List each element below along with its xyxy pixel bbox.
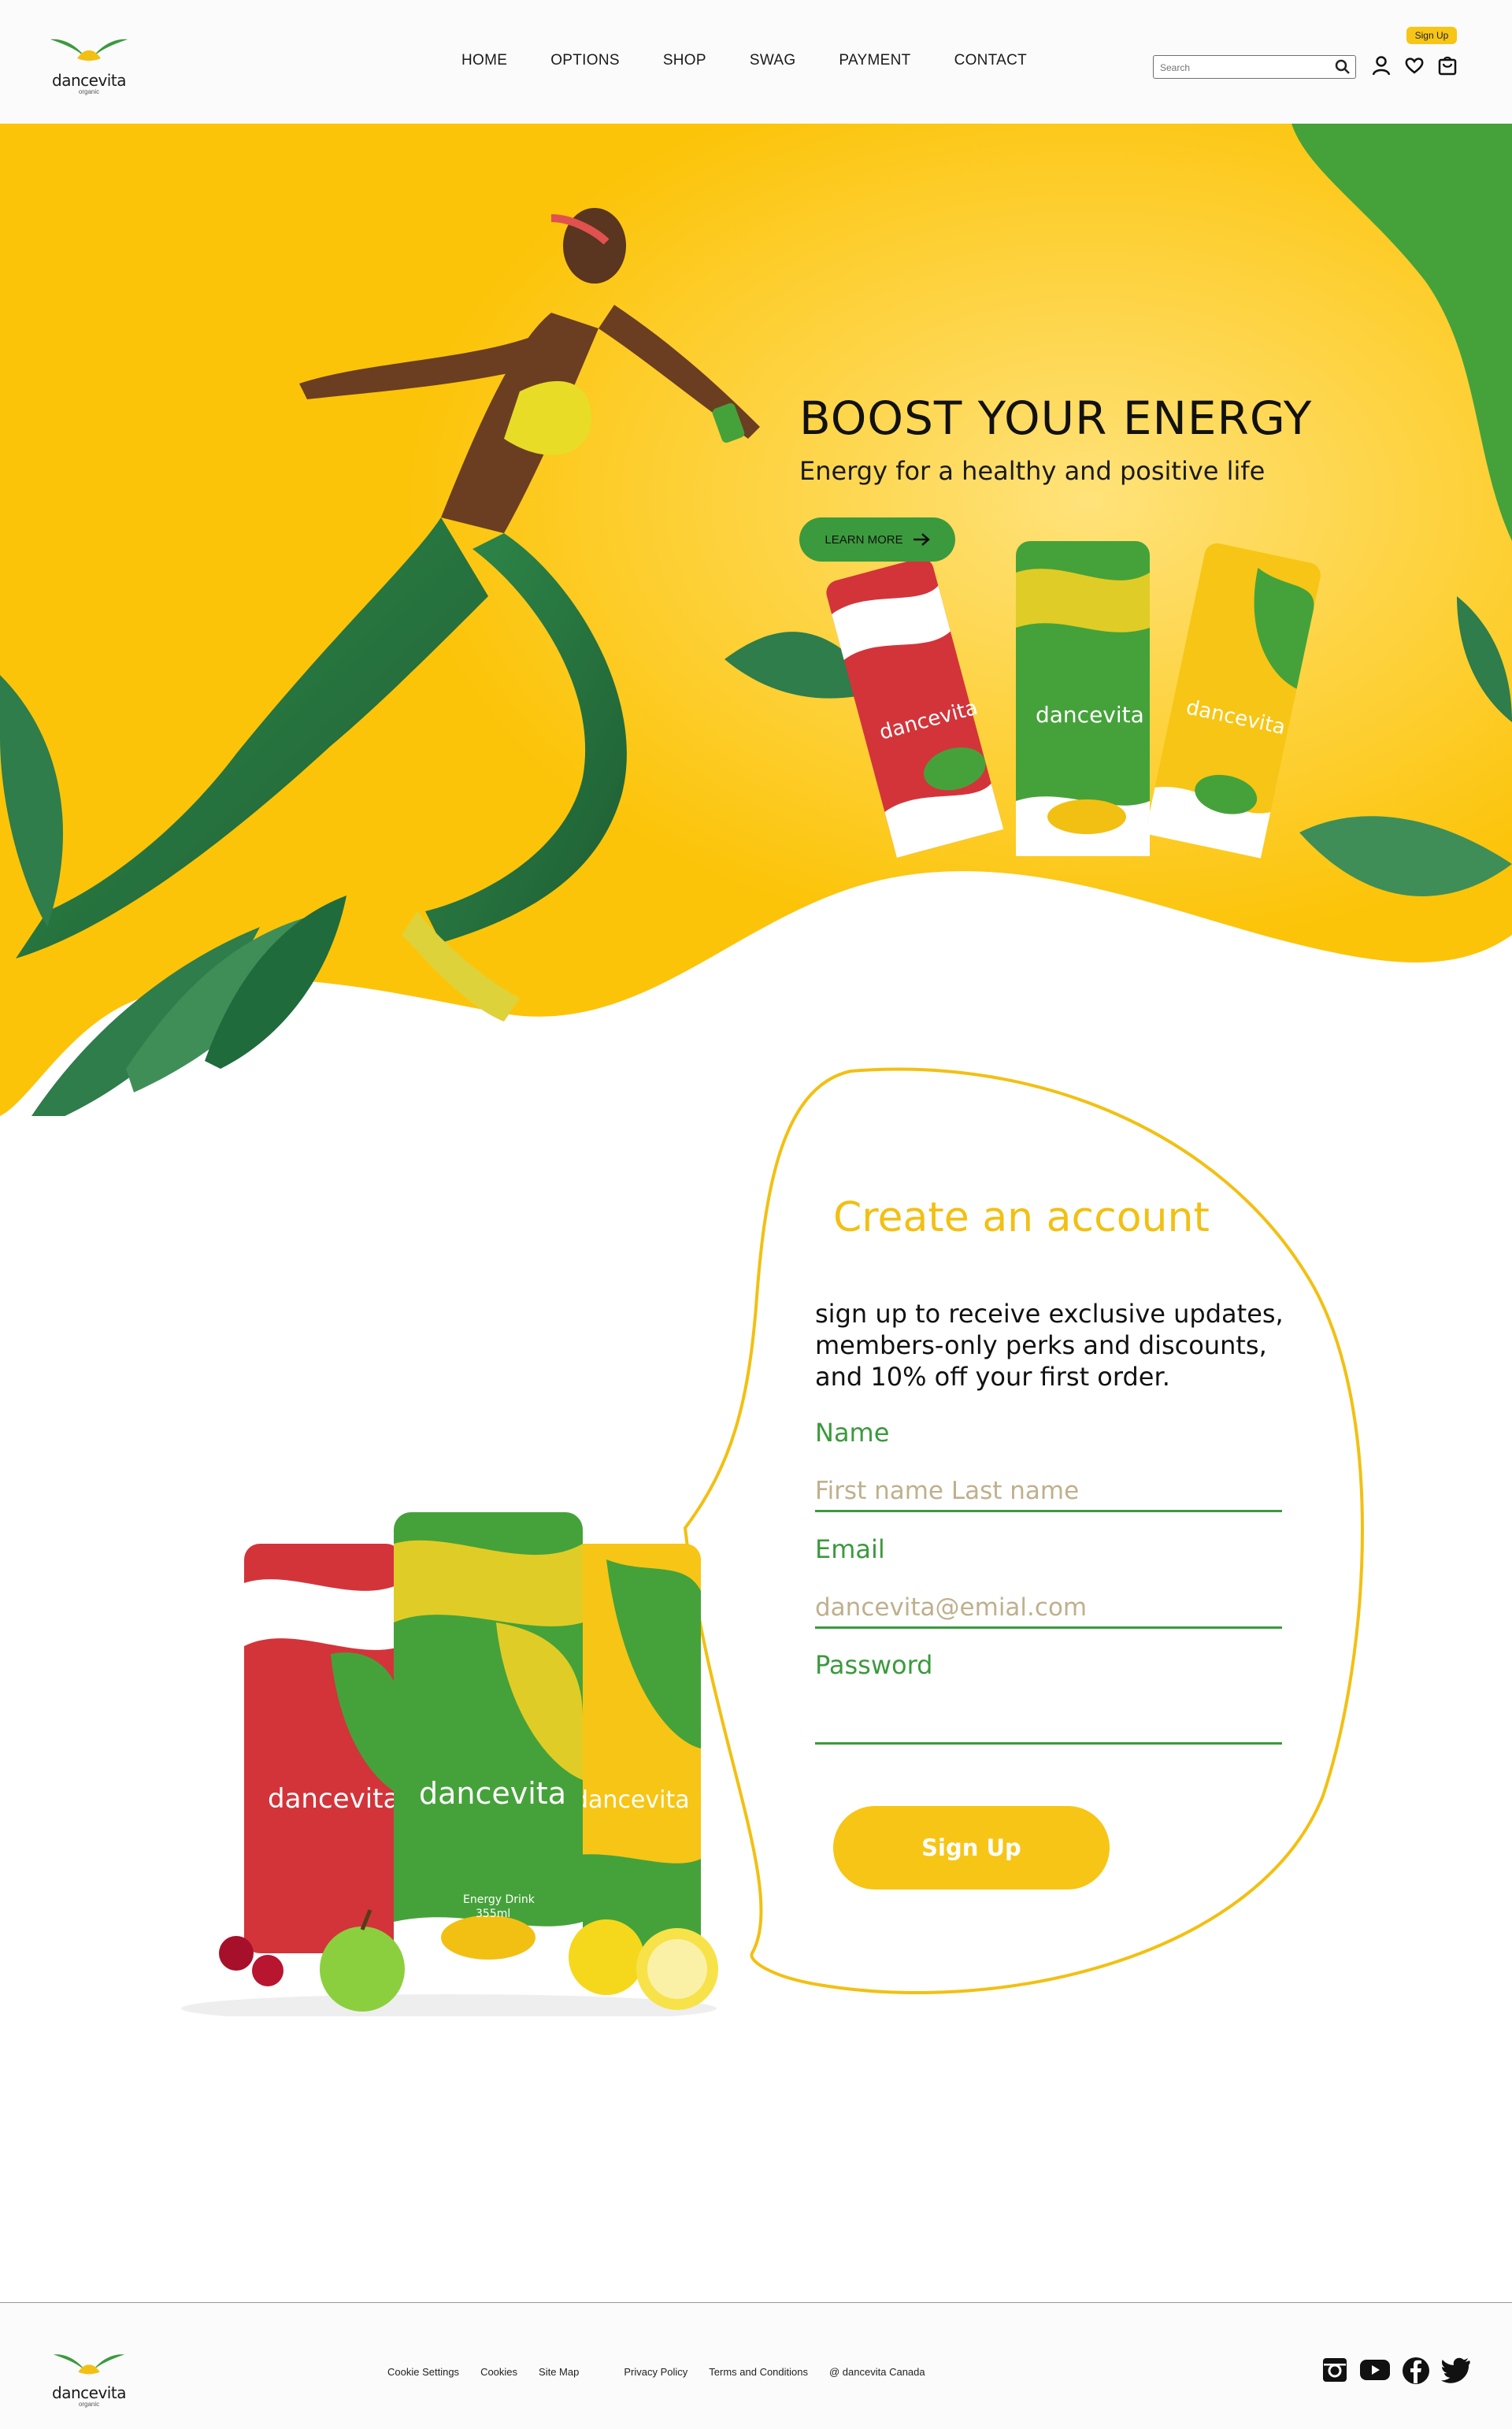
nav-payment[interactable]: PAYMENT <box>839 52 910 69</box>
footer-links: Cookie Settings Cookies Site Map Privacy… <box>387 2366 947 2378</box>
site-footer: dancevita organic Cookie Settings Cookie… <box>0 2302 1512 2429</box>
hero-title: BOOST YOUR ENERGY <box>799 391 1313 445</box>
nav-home[interactable]: HOME <box>461 52 507 69</box>
signup-submit-button[interactable]: Sign Up <box>833 1806 1110 1889</box>
hero-can-green: dancevita <box>1016 541 1150 856</box>
name-field[interactable] <box>815 1471 1282 1512</box>
email-label: Email <box>815 1534 885 1564</box>
header-icons <box>1372 55 1457 80</box>
footer-logo-wings-icon <box>54 2354 124 2376</box>
can-green-brand: dancevita <box>419 1776 566 1811</box>
form-intro: sign up to receive exclusive updates, me… <box>815 1299 1284 1392</box>
footer-privacy-policy[interactable]: Privacy Policy <box>624 2366 687 2378</box>
footer-cookie-settings[interactable]: Cookie Settings <box>387 2366 459 2378</box>
name-label: Name <box>815 1418 890 1448</box>
footer-copyright: @ dancevita Canada <box>829 2366 925 2378</box>
heart-icon[interactable] <box>1405 57 1424 78</box>
product-cans-image: dancevita dancevita dancevita Energy Dri… <box>181 1512 718 2016</box>
facebook-icon[interactable] <box>1402 2357 1430 2389</box>
twitter-icon[interactable] <box>1441 2357 1471 2389</box>
footer-logo[interactable]: dancevita organic <box>46 2350 132 2408</box>
logo-wings-icon <box>50 39 128 63</box>
brand-logo[interactable]: dancevita organic <box>46 35 132 95</box>
hero-section: dancevita dancevita dancevita BOOST YOUR… <box>0 124 1512 1116</box>
arrow-right-icon <box>913 533 930 546</box>
cart-icon[interactable] <box>1438 55 1457 80</box>
header-signup-button[interactable]: Sign Up <box>1406 27 1457 44</box>
search-icon[interactable] <box>1335 59 1351 79</box>
nav-options[interactable]: OPTIONS <box>550 52 620 69</box>
nav-shop[interactable]: SHOP <box>663 52 706 69</box>
footer-terms[interactable]: Terms and Conditions <box>709 2366 808 2378</box>
form-title: Create an account <box>833 1194 1210 1241</box>
search-input[interactable] <box>1158 60 1327 76</box>
can-red: dancevita <box>244 1544 402 1953</box>
social-links <box>1321 2357 1471 2389</box>
main-nav: HOME OPTIONS SHOP SWAG PAYMENT CONTACT <box>461 52 1070 69</box>
nav-swag[interactable]: SWAG <box>750 52 796 69</box>
footer-cookies[interactable]: Cookies <box>480 2366 517 2378</box>
can-red-brand: dancevita <box>268 1783 399 1815</box>
user-icon[interactable] <box>1372 55 1391 80</box>
hero-background: dancevita dancevita dancevita <box>0 124 1512 1116</box>
brand-name: dancevita <box>52 71 126 90</box>
footer-brand-name: dancevita <box>52 2383 126 2402</box>
can-green: dancevita Energy Drink 355ml <box>394 1512 583 1985</box>
password-label: Password <box>815 1650 933 1680</box>
youtube-icon[interactable] <box>1359 2357 1391 2389</box>
site-header: dancevita organic HOME OPTIONS SHOP SWAG… <box>0 0 1512 124</box>
learn-more-button[interactable]: LEARN MORE <box>799 517 955 562</box>
can-green-label: Energy Drink <box>463 1893 536 1906</box>
footer-brand-sub: organic <box>78 2401 100 2408</box>
footer-site-map[interactable]: Site Map <box>539 2366 579 2378</box>
hero-tagline: Energy for a healthy and positive life <box>799 456 1266 486</box>
email-field[interactable] <box>815 1588 1282 1629</box>
password-field[interactable] <box>815 1704 1282 1745</box>
learn-more-label: LEARN MORE <box>825 532 903 547</box>
nav-contact[interactable]: CONTACT <box>954 52 1028 69</box>
brand-sub: organic <box>78 88 100 95</box>
instagram-icon[interactable] <box>1321 2357 1348 2389</box>
svg-text:dancevita: dancevita <box>1036 702 1144 728</box>
can-green-volume: 355ml <box>476 1908 510 1920</box>
search-box <box>1153 55 1356 79</box>
can-yellow-brand: dancevita <box>573 1786 690 1814</box>
